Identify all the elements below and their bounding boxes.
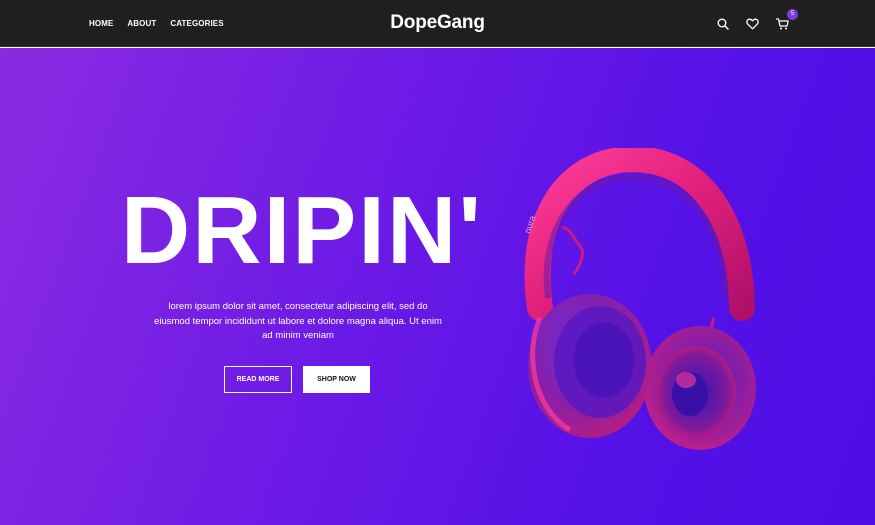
hero-banner: DRIPIN' lorem ipsum dolor sit amet, cons… xyxy=(0,48,875,525)
read-more-button[interactable]: READ MORE xyxy=(224,366,292,393)
shop-now-button[interactable]: SHOP NOW xyxy=(303,366,370,393)
page: HOME ABOUT CATEGORIES DopeGang 5 DRIPIN'… xyxy=(0,0,875,525)
search-icon[interactable] xyxy=(716,17,729,30)
heart-icon[interactable] xyxy=(746,17,759,30)
cart-icon[interactable]: 5 xyxy=(776,9,798,30)
navbar: HOME ABOUT CATEGORIES DopeGang 5 xyxy=(0,0,875,47)
headphones-product-image: nura xyxy=(522,148,756,450)
hero-description: lorem ipsum dolor sit amet, consectetur … xyxy=(154,301,442,341)
nav-link-about[interactable]: ABOUT xyxy=(127,19,156,28)
nav-icons: 5 xyxy=(716,0,798,47)
brand-logo[interactable]: DopeGang xyxy=(390,12,485,33)
cart-count-badge: 5 xyxy=(787,9,798,20)
nav-link-home[interactable]: HOME xyxy=(89,19,113,28)
nav-links: HOME ABOUT CATEGORIES xyxy=(89,0,224,47)
nav-link-categories[interactable]: CATEGORIES xyxy=(170,19,223,28)
hero-title: DRIPIN' xyxy=(120,177,484,284)
